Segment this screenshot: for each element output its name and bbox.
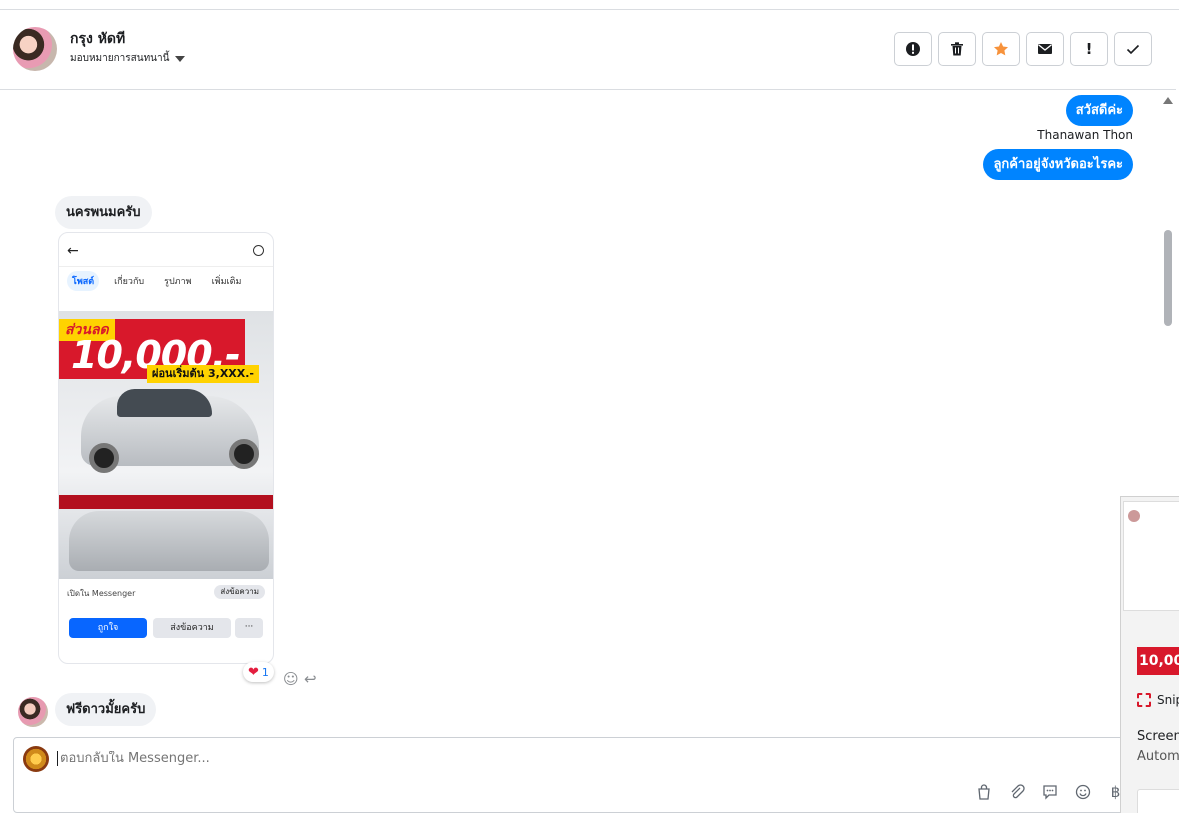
thumbnail-avatar <box>1128 510 1140 522</box>
car-windshield <box>117 389 212 417</box>
post-tab-about: เกี่ยวกับ <box>114 277 145 287</box>
thumbnail-price: 10,00 <box>1137 647 1179 675</box>
reply-icon[interactable]: ↩ <box>304 670 317 688</box>
caret-down-icon <box>175 55 186 62</box>
contact-avatar-small <box>18 697 48 727</box>
reply-composer: ฿ <box>13 737 1133 813</box>
react-smiley-icon[interactable]: ☺ <box>283 670 299 688</box>
follow-up-button[interactable]: ! <box>1070 32 1108 66</box>
post-topbar: ← <box>59 233 273 267</box>
snip-app-label: Snip <box>1137 693 1179 707</box>
notification-title: Screen <box>1137 729 1179 744</box>
heart-icon: ❤ <box>248 664 259 680</box>
conversation-header: กรุง หัดที มอบหมายการสนทนานี้ ! <box>0 10 1176 90</box>
search-icon <box>253 245 264 256</box>
header-actions: ! <box>894 32 1152 66</box>
saved-replies-icon[interactable] <box>1040 782 1059 801</box>
back-arrow-icon: ← <box>67 243 79 259</box>
done-button[interactable] <box>1114 32 1152 66</box>
contact-avatar[interactable] <box>13 27 57 71</box>
mark-unread-button[interactable] <box>1026 32 1064 66</box>
post-tab-more: เพิ่มเติม <box>211 277 242 287</box>
contact-name[interactable]: กรุง หัดที <box>70 28 125 50</box>
post-tab-posts: โพสต์ <box>67 271 100 291</box>
alert-circle-icon <box>906 42 920 56</box>
car-wheel <box>89 443 119 473</box>
snipping-tool-notification[interactable]: 10,00 Snip Screen Autom <box>1120 496 1179 813</box>
shop-bag-icon[interactable] <box>974 782 993 801</box>
shared-post-image[interactable]: ← โพสต์ เกี่ยวกับ รูปภาพ เพิ่มเติม ส่วนล… <box>58 232 274 664</box>
star-button[interactable] <box>982 32 1020 66</box>
star-icon <box>994 42 1008 56</box>
post-tab-photos: รูปภาพ <box>164 277 192 287</box>
message-incoming[interactable]: นครพนมครับ <box>55 196 152 229</box>
page-avatar <box>23 746 49 772</box>
message-outgoing[interactable]: สวัสดีค่ะ <box>1065 95 1133 126</box>
snipping-tool-icon <box>1137 693 1151 707</box>
assign-conversation-dropdown[interactable]: มอบหมายการสนทนานี้ <box>70 51 186 66</box>
reaction-badge[interactable]: ❤ 1 <box>243 662 274 682</box>
scroll-up-arrow-icon[interactable] <box>1163 97 1173 104</box>
message-outgoing[interactable]: ลูกค้าอยู่จังหวัดอะไรคะ <box>983 149 1133 180</box>
post-tabs: โพสต์ เกี่ยวกับ รูปภาพ เพิ่มเติม <box>67 271 246 291</box>
trash-icon <box>951 42 963 56</box>
notification-action-box[interactable] <box>1137 789 1179 813</box>
reply-input[interactable] <box>57 751 857 766</box>
open-in-messenger-text: เปิดใน Messenger <box>67 589 136 598</box>
delete-button[interactable] <box>938 32 976 66</box>
car-wheel <box>229 439 259 469</box>
message-incoming[interactable]: ฟรีดาวมั้ยครับ <box>55 693 157 726</box>
sender-name: Thanawan Thon <box>1037 128 1133 142</box>
post-more-button: ··· <box>235 618 263 638</box>
assign-label: มอบหมายการสนทนานี้ <box>70 53 170 64</box>
snip-label: Snip <box>1157 693 1179 707</box>
composer-toolbar: ฿ <box>974 782 1125 801</box>
promo-divider <box>59 495 273 509</box>
send-message-pill: ส่งข้อความ <box>214 585 265 599</box>
emoji-icon[interactable] <box>1073 782 1092 801</box>
notification-subtitle: Autom <box>1137 749 1179 764</box>
car-rear-image <box>69 511 269 571</box>
attachment-icon[interactable] <box>1007 782 1026 801</box>
installment-label: ผ่อนเริ่มต้น 3,XXX.- <box>147 365 260 383</box>
reaction-count: 1 <box>261 665 269 679</box>
check-icon <box>1126 44 1140 55</box>
post-like-button: ถูกใจ <box>69 618 147 638</box>
scrollbar-thumb[interactable] <box>1164 230 1172 326</box>
spam-button[interactable] <box>894 32 932 66</box>
envelope-icon <box>1038 44 1052 54</box>
notification-thumbnail <box>1123 501 1179 611</box>
post-message-button: ส่งข้อความ <box>153 618 231 638</box>
car-promo-image: ส่วนลด 10,000.- ผ่อนเริ่มต้น 3,XXX.- <box>59 311 273 579</box>
